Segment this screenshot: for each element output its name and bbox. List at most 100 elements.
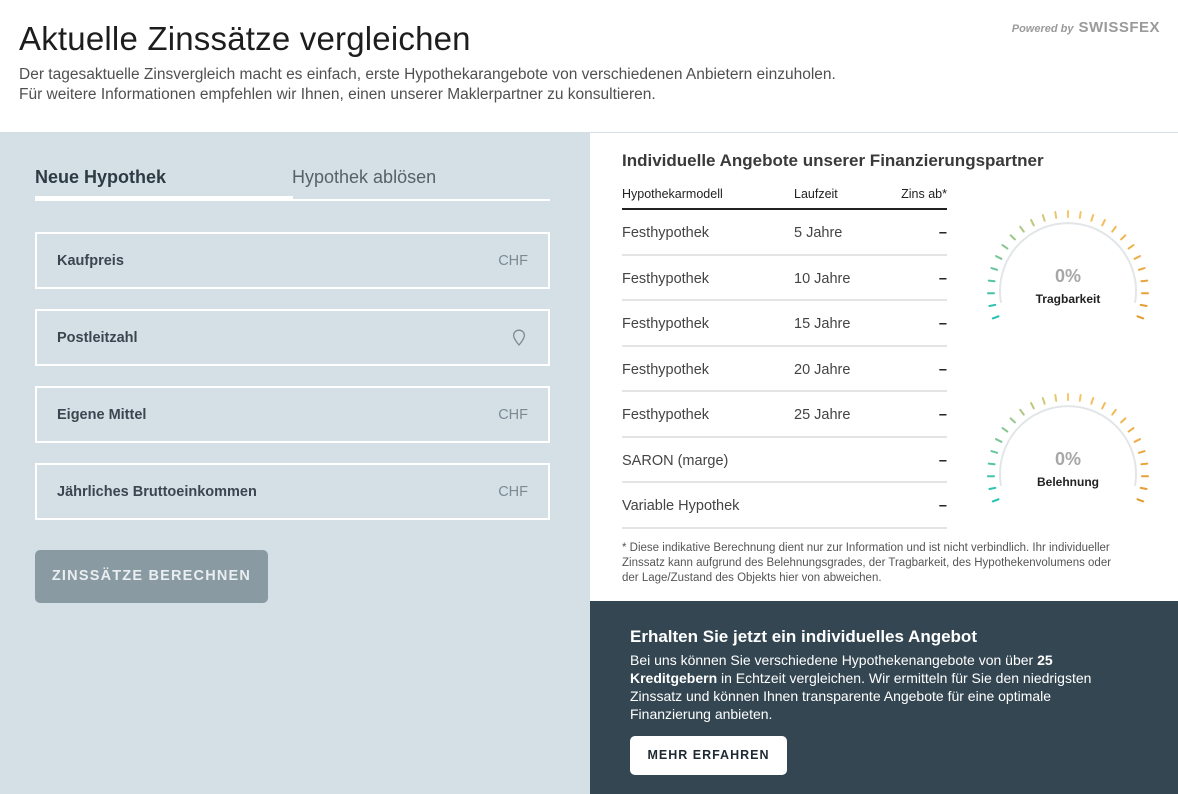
- gauge-track: [999, 222, 1137, 303]
- postleitzahl-field[interactable]: Postleitzahl: [35, 309, 550, 366]
- offers-table-header: Hypothekarmodell Laufzeit Zins ab*: [622, 185, 947, 210]
- row-rate: –: [938, 498, 947, 514]
- row-rate: –: [938, 225, 947, 241]
- tragbarkeit-label: Tragbarkeit: [1035, 292, 1101, 306]
- gauge-tick: [1133, 438, 1141, 443]
- disclaimer-footnote: * Diese indikative Berechnung dient nur …: [622, 542, 1112, 584]
- gauge-tick: [1133, 255, 1141, 260]
- tragbarkeit-gauge: 0% Tragbarkeit: [985, 208, 1151, 338]
- gauge-tick: [1111, 408, 1117, 416]
- bruttoeinkommen-label: Jährliches Bruttoeinkommen: [57, 484, 257, 500]
- mortgage-form-panel: Neue Hypothek Hypothek ablösen Kaufpreis…: [0, 132, 590, 794]
- mortgage-tabs: Neue Hypothek Hypothek ablösen: [35, 165, 550, 201]
- table-row: Festhypothek 15 Jahre –: [622, 301, 947, 347]
- row-rate: –: [938, 452, 947, 469]
- tab-neue-hypothek[interactable]: Neue Hypothek: [35, 167, 166, 188]
- gauge-tick: [1127, 244, 1135, 250]
- gauge-tick: [1090, 397, 1095, 405]
- offers-table: Hypothekarmodell Laufzeit Zins ab* Festh…: [622, 185, 947, 529]
- row-rate: –: [938, 270, 947, 287]
- postleitzahl-label: Postleitzahl: [57, 330, 138, 346]
- gauge-tick: [1101, 402, 1106, 410]
- gauge-tick: [1009, 234, 1016, 241]
- tab-hypothek-abloesen[interactable]: Hypothek ablösen: [292, 167, 436, 188]
- belehnung-label: Belehnung: [1037, 475, 1099, 489]
- gauge-tick: [1009, 417, 1016, 424]
- promo-text: Bei uns können Sie verschiedene Hypothek…: [630, 651, 1125, 723]
- gauge-track: [999, 405, 1137, 486]
- gauge-tick: [1090, 214, 1095, 222]
- kaufpreis-currency: CHF: [498, 253, 528, 269]
- gauge-tick: [1030, 402, 1035, 410]
- gauge-tick: [1041, 397, 1046, 405]
- gauge-tick: [1101, 219, 1106, 227]
- belehnung-value: 0%: [1054, 449, 1081, 469]
- row-model: Festhypothek: [622, 316, 710, 332]
- table-row: Festhypothek 20 Jahre –: [622, 347, 947, 392]
- row-term: 15 Jahre: [794, 316, 851, 332]
- offers-title: Individuelle Angebote unserer Finanzieru…: [622, 151, 1044, 170]
- gauge-tick: [1078, 211, 1082, 219]
- belehnung-gauge: 0% Belehnung: [985, 391, 1151, 521]
- gauge-tick: [1054, 394, 1058, 402]
- table-row: SARON (marge) –: [622, 438, 947, 483]
- row-model: Festhypothek: [622, 225, 710, 241]
- mehr-erfahren-button[interactable]: MEHR ERFAHREN: [630, 736, 787, 775]
- bruttoeinkommen-field[interactable]: Jährliches Bruttoeinkommen CHF: [35, 463, 550, 520]
- gauge-tick: [1136, 498, 1145, 503]
- page-subtitle: Der tagesaktuelle Zinsvergleich macht es…: [19, 66, 836, 103]
- location-pin-icon: [512, 329, 526, 346]
- gauge-tick: [1136, 315, 1145, 320]
- col-hypothekarmodell: Hypothekarmodell: [622, 187, 723, 201]
- gauge-tick: [1111, 225, 1117, 233]
- gauge-tick: [991, 498, 1000, 503]
- kaufpreis-label: Kaufpreis: [57, 253, 124, 269]
- gauge-tick: [1001, 244, 1009, 250]
- page-header: Aktuelle Zinssätze vergleichen Der tages…: [0, 0, 1178, 132]
- col-laufzeit: Laufzeit: [794, 187, 838, 201]
- row-model: Festhypothek: [622, 270, 710, 287]
- swissfex-logo: SWISSFEX: [1078, 19, 1160, 36]
- promo-text-start: Bei uns können Sie verschiedene Hypothek…: [630, 652, 1038, 668]
- gauge-tick: [1019, 408, 1025, 416]
- row-term: 25 Jahre: [794, 407, 851, 423]
- zinssaetze-berechnen-button[interactable]: ZINSSÄTZE BERECHNEN: [35, 550, 268, 603]
- table-row: Festhypothek 25 Jahre –: [622, 392, 947, 438]
- row-model: Festhypothek: [622, 361, 710, 378]
- eigene-mittel-field[interactable]: Eigene Mittel CHF: [35, 386, 550, 443]
- eigene-mittel-label: Eigene Mittel: [57, 407, 147, 423]
- table-row: Festhypothek 10 Jahre –: [622, 256, 947, 301]
- gauge-tick: [1120, 417, 1127, 424]
- promo-banner: Erhalten Sie jetzt ein individuelles Ang…: [590, 601, 1178, 794]
- row-rate: –: [938, 361, 947, 378]
- kaufpreis-field[interactable]: Kaufpreis CHF: [35, 232, 550, 289]
- row-rate: –: [938, 407, 947, 423]
- powered-by-badge[interactable]: Powered by SWISSFEX: [1012, 19, 1160, 36]
- gauge-tick: [1041, 214, 1046, 222]
- gauge-tick: [991, 315, 1000, 320]
- gauge-tick: [1078, 394, 1082, 402]
- row-model: Festhypothek: [622, 407, 710, 423]
- gauge-tick: [995, 255, 1003, 260]
- gauge-tick: [1001, 427, 1009, 433]
- col-zins: Zins ab*: [901, 187, 947, 201]
- eigene-mittel-currency: CHF: [498, 407, 528, 423]
- offers-panel: Individuelle Angebote unserer Finanzieru…: [590, 132, 1178, 601]
- powered-by-text: Powered by: [1011, 23, 1074, 35]
- active-tab-indicator: [35, 196, 293, 201]
- row-term: 5 Jahre: [794, 225, 843, 241]
- gauge-tick: [1120, 234, 1127, 241]
- gauge-tick: [1127, 427, 1135, 433]
- bruttoeinkommen-currency: CHF: [498, 484, 528, 500]
- gauge-tick: [995, 438, 1003, 443]
- tragbarkeit-value: 0%: [1054, 266, 1081, 286]
- page-title: Aktuelle Zinssätze vergleichen: [19, 20, 471, 57]
- table-row: Festhypothek 5 Jahre –: [622, 210, 947, 256]
- gauge-tick: [1030, 219, 1035, 227]
- row-model: Variable Hypothek: [622, 498, 740, 514]
- row-term: 20 Jahre: [794, 361, 851, 378]
- gauge-tick: [1019, 225, 1025, 233]
- row-term: 10 Jahre: [794, 270, 851, 287]
- gauge-tick: [1054, 211, 1058, 219]
- row-rate: –: [938, 316, 947, 332]
